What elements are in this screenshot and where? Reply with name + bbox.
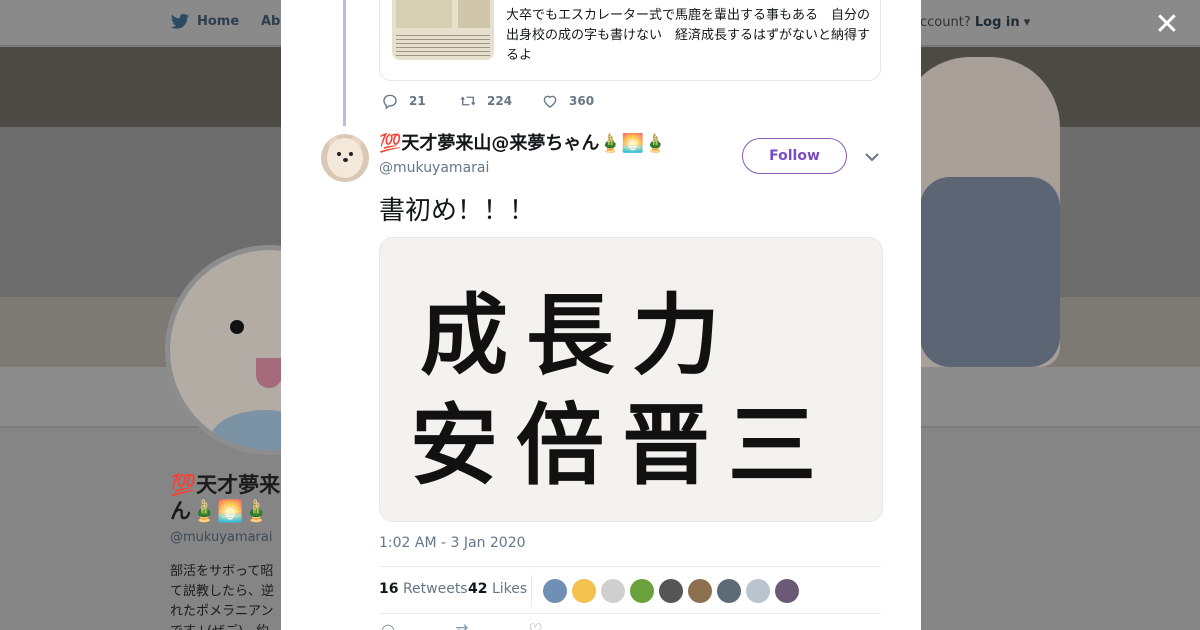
author-avatar[interactable] — [321, 134, 369, 182]
quoted-card[interactable]: …… 大卒でもエスカレーター式で馬鹿を輩出する事もある 自分の出身校の成の字も書… — [379, 0, 881, 81]
tweet-timestamp[interactable]: 1:02 AM - 3 Jan 2020 — [379, 535, 526, 551]
quoted-card-text: 大卒でもエスカレーター式で馬鹿を輩出する事もある 自分の出身校の成の字も書けない… — [506, 8, 871, 63]
profile-bio: 部活をサボって昭 て説教したら、逆 れたポメラニアン です↓(ぜご)…約 — [170, 562, 282, 630]
twitter-bird-icon[interactable] — [170, 13, 190, 31]
chevron-down-icon[interactable] — [862, 148, 882, 166]
liker-avatar[interactable] — [717, 579, 741, 603]
liker-avatar[interactable] — [543, 579, 567, 603]
retweet-icon — [460, 96, 476, 106]
login-link[interactable]: Log in — [975, 15, 1020, 30]
tweet-text: 書初め！！！ — [379, 196, 536, 226]
tweet-actions-partial: ○ ⇄ ♡ — [381, 620, 543, 630]
bio-line: れたポメラニアン — [170, 604, 274, 619]
liker-avatar[interactable] — [601, 579, 625, 603]
likes-stat[interactable]: 42 Likes — [468, 581, 527, 597]
liker-avatar[interactable] — [746, 579, 770, 603]
reply-icon — [383, 94, 397, 110]
login-area: ccount? Log in ▾ — [920, 15, 1030, 30]
heart-icon — [543, 95, 557, 108]
liker-avatar[interactable] — [775, 579, 799, 603]
heart-icon[interactable]: ♡ — [528, 620, 542, 630]
bio-line: 部活をサボって昭 — [170, 564, 274, 579]
tweet-image[interactable]: 成長力 安倍晋三 — [379, 237, 883, 522]
likers-avatars — [543, 579, 799, 603]
caret-down-icon: ▾ — [1019, 15, 1031, 30]
close-icon[interactable]: ✕ — [1150, 8, 1184, 42]
profile-name-line2: ん🎍🌅🎍 — [170, 499, 270, 523]
thread-connector — [343, 0, 346, 126]
tweet-modal: …… 大卒でもエスカレーター式で馬鹿を輩出する事もある 自分の出身校の成の字も書… — [281, 0, 921, 630]
retweets-label: Retweets — [402, 581, 468, 597]
bio-line: です↓(ぜご)…約 — [170, 622, 282, 630]
tweet-stats: 16 Retweets 42 Likes — [379, 566, 881, 614]
nav-home[interactable]: Home — [197, 14, 239, 29]
likes-label: Likes — [491, 581, 528, 597]
likes-count: 42 — [468, 581, 488, 597]
profile-name: 💯天才夢来 — [170, 473, 281, 497]
reply-icon[interactable]: ○ — [381, 620, 395, 630]
calligraphy-image: 成長力 安倍晋三 — [380, 238, 882, 521]
like-count: 360 — [569, 94, 595, 108]
calligraphy-line-1: 成長力 — [420, 283, 738, 387]
calligraphy-line-2: 安倍晋三 — [410, 393, 834, 497]
reply-button[interactable]: 21 — [381, 92, 459, 110]
liker-avatar[interactable] — [572, 579, 596, 603]
follow-button[interactable]: Follow — [742, 138, 847, 174]
liker-avatar[interactable] — [630, 579, 654, 603]
reply-count: 21 — [409, 94, 426, 108]
previous-tweet-actions: 21 224 360 — [381, 90, 594, 112]
retweet-button[interactable]: 224 — [459, 92, 541, 110]
liker-avatar[interactable] — [688, 579, 712, 603]
quoted-card-thumbnail — [392, 0, 494, 60]
retweet-count: 224 — [487, 94, 513, 108]
bio-line: て説教したら、逆 — [170, 584, 275, 599]
quoted-card-cut-text: …… — [506, 0, 532, 1]
login-prompt: ccount? — [920, 15, 971, 30]
retweets-stat[interactable]: 16 Retweets — [379, 581, 468, 597]
retweet-icon[interactable]: ⇄ — [455, 620, 468, 630]
retweets-count: 16 — [379, 581, 399, 597]
stats-divider — [531, 575, 532, 607]
liker-avatar[interactable] — [659, 579, 683, 603]
like-button[interactable]: 360 — [541, 92, 594, 110]
author-display-name[interactable]: 💯天才夢来山@来夢ちゃん🎍🌅🎍 — [379, 132, 667, 156]
profile-handle: @mukuyamarai — [170, 530, 273, 545]
author-username[interactable]: @mukuyamarai — [379, 160, 489, 176]
